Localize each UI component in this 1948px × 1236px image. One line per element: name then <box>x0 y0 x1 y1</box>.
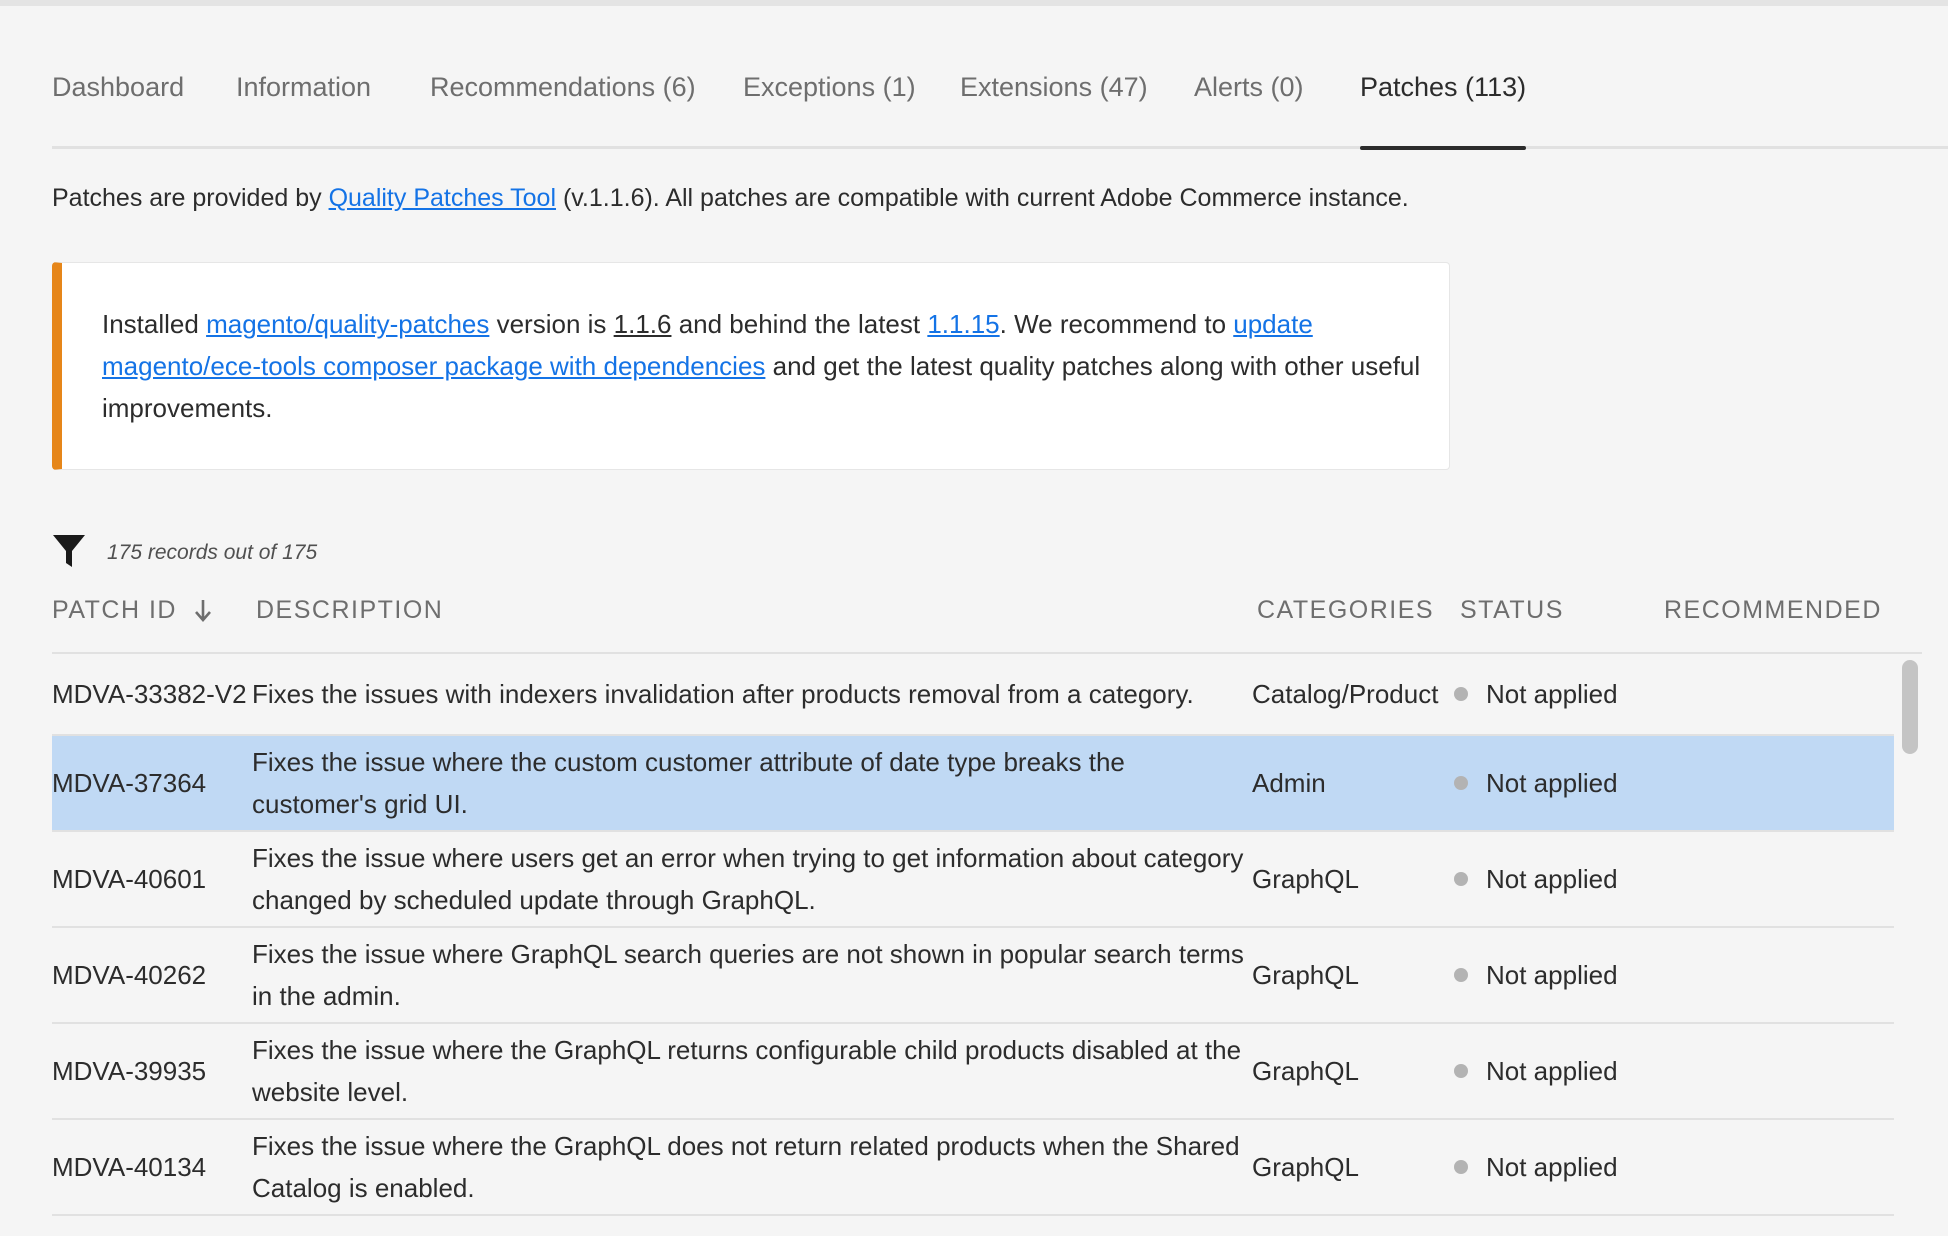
top-divider <box>0 0 1948 6</box>
status-dot-icon <box>1454 776 1468 790</box>
status-dot-icon <box>1454 968 1468 982</box>
installed-version: 1.1.6 <box>613 309 672 339</box>
status-dot-icon <box>1454 1064 1468 1078</box>
header-patch-id[interactable]: PATCH ID <box>52 596 177 625</box>
patch-id: MDVA-40601 <box>52 863 207 894</box>
patch-id: MDVA-37364 <box>52 767 207 798</box>
patch-id: MDVA-40262 <box>52 959 207 990</box>
version-warning-notice: Installed magento/quality-patches versio… <box>52 262 1450 470</box>
patch-description: Fixes the issue where GraphQL search que… <box>252 939 1244 1011</box>
patch-status: Not applied <box>1452 736 1702 830</box>
table-header: PATCH ID DESCRIPTION CATEGORIES STATUS R… <box>52 590 1922 654</box>
patch-status: Not applied <box>1452 654 1702 734</box>
notice-t2: version is <box>489 309 614 339</box>
notice-t4: . We recommend to <box>999 309 1234 339</box>
patch-description: Fixes the issue where the custom custome… <box>252 747 1125 819</box>
quality-patches-tool-link[interactable]: Quality Patches Tool <box>329 184 556 212</box>
header-status[interactable]: STATUS <box>1460 596 1564 625</box>
tab-information[interactable]: Information <box>236 72 371 103</box>
patch-status: Not applied <box>1452 928 1702 1022</box>
status-dot-icon <box>1454 687 1468 701</box>
patch-category: GraphQL <box>1252 1055 1359 1086</box>
patch-category: Admin <box>1252 767 1326 798</box>
tab-patches[interactable]: Patches (113) <box>1360 72 1527 150</box>
filter-icon[interactable] <box>52 533 86 569</box>
table-row[interactable]: MDVA-37364 Fixes the issue where the cus… <box>52 736 1894 832</box>
records-count: 175 records out of 175 <box>107 541 318 564</box>
intro-prefix: Patches are provided by <box>52 184 329 212</box>
patch-id: MDVA-39935 <box>52 1055 207 1086</box>
patches-intro: Patches are provided by Quality Patches … <box>52 184 1409 213</box>
patch-status: Not applied <box>1452 1024 1702 1118</box>
patch-category: GraphQL <box>1252 863 1359 894</box>
patch-id: MDVA-40134 <box>52 1151 207 1182</box>
patch-status: Not applied <box>1452 832 1702 926</box>
notice-t1: Installed <box>102 309 207 339</box>
arrow-down-icon[interactable] <box>194 598 212 624</box>
patch-status: Not applied <box>1452 1120 1702 1214</box>
status-dot-icon <box>1454 1160 1468 1174</box>
tab-exceptions[interactable]: Exceptions (1) <box>743 72 916 103</box>
status-label: Not applied <box>1486 678 1618 709</box>
latest-version-link[interactable]: 1.1.15 <box>927 309 999 339</box>
notice-text: Installed magento/quality-patches versio… <box>102 303 1422 429</box>
table-scrollbar[interactable] <box>1902 660 1918 754</box>
tab-extensions[interactable]: Extensions (47) <box>960 72 1148 103</box>
patches-table-body: MDVA-33382-V2 Fixes the issues with inde… <box>52 654 1894 1236</box>
table-row[interactable]: MDVA-33382-V2 Fixes the issues with inde… <box>52 654 1894 736</box>
quality-patches-package-link[interactable]: magento/quality-patches <box>206 309 489 339</box>
tab-alerts[interactable]: Alerts (0) <box>1194 72 1304 103</box>
table-row[interactable]: MDVA-40262 Fixes the issue where GraphQL… <box>52 928 1894 1024</box>
table-row[interactable]: MDVA-40134 Fixes the issue where the Gra… <box>52 1120 1894 1216</box>
header-categories[interactable]: CATEGORIES <box>1257 596 1434 625</box>
table-row[interactable]: MDVA-39935 Fixes the issue where the Gra… <box>52 1024 1894 1120</box>
status-dot-icon <box>1454 872 1468 886</box>
status-label: Not applied <box>1486 767 1618 798</box>
intro-suffix: (v.1.1.6). All patches are compatible wi… <box>556 184 1409 212</box>
patch-category: Catalog/Product <box>1252 678 1439 709</box>
header-recommended[interactable]: RECOMMENDED <box>1664 596 1882 625</box>
header-description[interactable]: DESCRIPTION <box>256 596 443 625</box>
table-row[interactable]: MDVA-40601 Fixes the issue where users g… <box>52 832 1894 928</box>
patch-description: Fixes the issue where the GraphQL does n… <box>252 1131 1240 1203</box>
status-label: Not applied <box>1486 863 1618 894</box>
patch-description: Fixes the issue where users get an error… <box>252 843 1244 915</box>
patch-category: GraphQL <box>1252 1151 1359 1182</box>
tab-bar: Dashboard Information Recommendations (6… <box>52 60 1948 150</box>
status-label: Not applied <box>1486 1151 1618 1182</box>
tab-dashboard[interactable]: Dashboard <box>52 72 184 103</box>
tab-recommendations[interactable]: Recommendations (6) <box>430 72 696 103</box>
notice-t3: and behind the latest <box>671 309 928 339</box>
patch-category: GraphQL <box>1252 959 1359 990</box>
patch-description: Fixes the issues with indexers invalidat… <box>252 679 1194 709</box>
patch-id: MDVA-33382-V2 <box>52 678 247 709</box>
status-label: Not applied <box>1486 959 1618 990</box>
patch-description: Fixes the issue where the GraphQL return… <box>252 1035 1242 1107</box>
status-label: Not applied <box>1486 1055 1618 1086</box>
